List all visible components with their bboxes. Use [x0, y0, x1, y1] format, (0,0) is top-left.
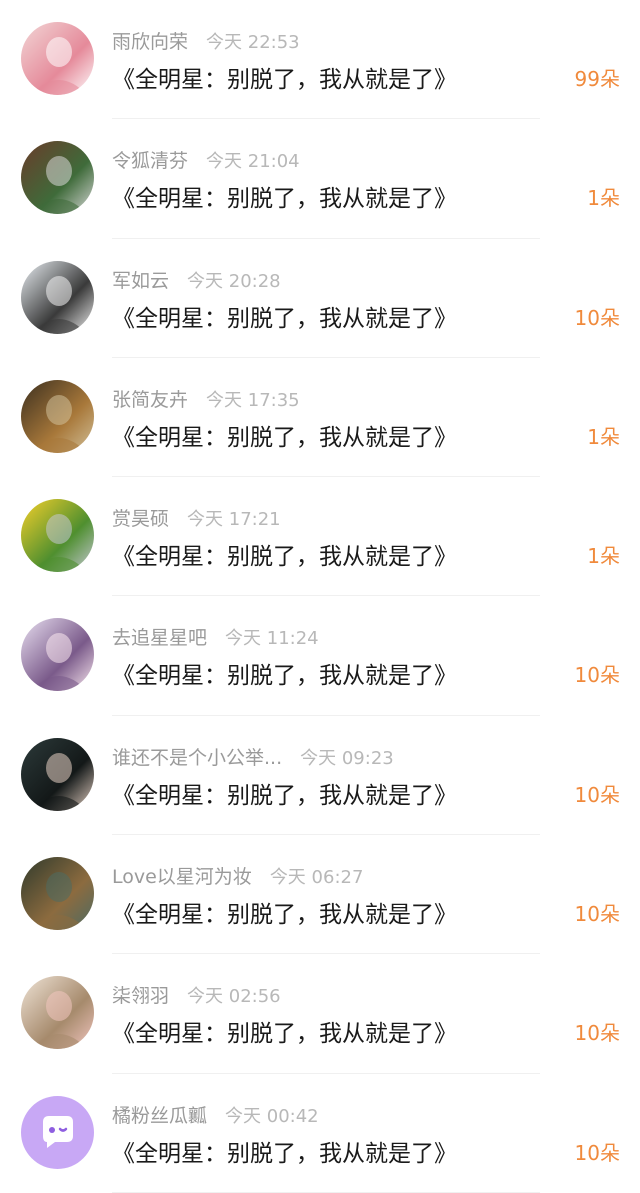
comment-text: 《全明星：别脱了，我从就是了》 — [112, 902, 457, 929]
timestamp: 今天 11:24 — [225, 628, 319, 650]
flower-count: 10朵 — [574, 1021, 620, 1046]
comment-text: 《全明星：别脱了，我从就是了》 — [112, 782, 457, 809]
username[interactable]: 赏昊硕 — [112, 508, 169, 530]
comment-list: 雨欣向荣 今天 22:53 《全明星：别脱了，我从就是了》 99朵令狐清芬 今天 21:… — [0, 0, 640, 1193]
flower-count: 10朵 — [574, 663, 620, 688]
timestamp: 今天 21:04 — [206, 151, 300, 173]
timestamp: 今天 00:42 — [225, 1105, 319, 1127]
comment-text: 《全明星：别脱了，我从就是了》 — [112, 1021, 457, 1048]
timestamp: 今天 06:27 — [269, 867, 364, 889]
comment-header: 橘粉丝瓜瓤 今天 00:42 — [112, 1101, 319, 1128]
anime-girl-image — [21, 618, 94, 692]
comment-text: 《全明星：别脱了，我从就是了》 — [112, 67, 457, 93]
comment-text: 《全明星：别脱了，我从就是了》 — [112, 663, 457, 690]
warrior-art-image — [21, 379, 94, 453]
flower-count: 10朵 — [574, 902, 620, 927]
flower-count: 1朵 — [587, 544, 620, 569]
comment-header: 雨欣向荣 今天 22:53 — [112, 27, 300, 54]
comment-row[interactable]: 赏昊硕 今天 17:21 《全明星：别脱了，我从就是了》 1朵 — [0, 477, 640, 597]
avatar[interactable] — [21, 857, 94, 931]
comment-header: 谁还不是个小公举... 今天 09:23 — [112, 743, 394, 770]
avatar[interactable] — [21, 379, 94, 453]
avatar[interactable] — [21, 737, 94, 811]
timestamp: 今天 09:23 — [300, 747, 394, 769]
dark-portrait-image — [21, 737, 94, 811]
avatar[interactable] — [21, 499, 94, 573]
username[interactable]: 橘粉丝瓜瓤 — [112, 1105, 207, 1127]
flower-count: 10朵 — [574, 1140, 620, 1165]
avatar[interactable] — [21, 976, 94, 1050]
timestamp: 今天 22:53 — [206, 32, 300, 53]
street-sign-image — [21, 141, 94, 215]
comment-header: 赏昊硕 今天 17:21 — [112, 504, 281, 531]
flower-count: 10朵 — [574, 782, 620, 807]
avatar[interactable] — [21, 1095, 94, 1169]
comment-text: 《全明星：别脱了，我从就是了》 — [112, 305, 457, 332]
avatar[interactable] — [21, 22, 94, 95]
flower-count: 99朵 — [574, 67, 620, 91]
username[interactable]: 雨欣向荣 — [112, 31, 188, 53]
comment-text: 《全明星：别脱了，我从就是了》 — [112, 424, 457, 451]
username[interactable]: 军如云 — [112, 270, 169, 292]
comment-row[interactable]: 去追星星吧 今天 11:24 《全明星：别脱了，我从就是了》 10朵 — [0, 596, 640, 716]
avatar[interactable] — [21, 618, 94, 692]
comment-row[interactable]: 雨欣向荣 今天 22:53 《全明星：别脱了，我从就是了》 99朵 — [0, 0, 640, 120]
comment-header: Love以星河为妆 今天 06:27 — [112, 862, 363, 889]
flower-count: 10朵 — [574, 305, 620, 330]
flower-count: 1朵 — [587, 424, 620, 449]
comment-header: 柒翎羽 今天 02:56 — [112, 981, 281, 1008]
username[interactable]: 谁还不是个小公举... — [112, 747, 282, 769]
comment-text: 《全明星：别脱了，我从就是了》 — [112, 186, 457, 213]
timestamp: 今天 17:21 — [187, 509, 281, 531]
flower-count: 1朵 — [587, 186, 620, 211]
comment-row[interactable]: 谁还不是个小公举... 今天 09:23 《全明星：别脱了，我从就是了》 10朵 — [0, 716, 640, 836]
username[interactable]: 去追星星吧 — [112, 627, 207, 649]
fantasy-art-image — [21, 857, 94, 931]
pink-portrait-image — [21, 22, 94, 95]
girl-portrait-image — [21, 260, 94, 334]
comment-header: 军如云 今天 20:28 — [112, 266, 281, 293]
avatar[interactable] — [21, 141, 94, 215]
timestamp: 今天 02:56 — [187, 986, 281, 1008]
chat-bubble-icon — [21, 1095, 94, 1169]
username[interactable]: 张简友卉 — [112, 389, 188, 411]
timestamp: 今天 20:28 — [187, 270, 281, 292]
avatar[interactable] — [21, 260, 94, 334]
comment-header: 去追星星吧 今天 11:24 — [112, 623, 319, 650]
comment-header: 张简友卉 今天 17:35 — [112, 385, 300, 412]
comment-row[interactable]: 令狐清芬 今天 21:04 《全明星：别脱了，我从就是了》 1朵 — [0, 119, 640, 239]
comment-text: 《全明星：别脱了，我从就是了》 — [112, 544, 457, 571]
comment-row[interactable]: 军如云 今天 20:28 《全明星：别脱了，我从就是了》 10朵 — [0, 239, 640, 358]
timestamp: 今天 17:35 — [206, 389, 300, 411]
comment-row[interactable]: 橘粉丝瓜瓤 今天 00:42 《全明星：别脱了，我从就是了》 10朵 — [0, 1074, 640, 1193]
comment-header: 令狐清芬 今天 21:04 — [112, 146, 300, 173]
username[interactable]: 柒翎羽 — [112, 985, 169, 1007]
comment-text: 《全明星：别脱了，我从就是了》 — [112, 1140, 457, 1167]
girl-with-plush-image — [21, 976, 94, 1050]
corn-food-image — [21, 499, 94, 573]
comment-row[interactable]: 张简友卉 今天 17:35 《全明星：别脱了，我从就是了》 1朵 — [0, 358, 640, 478]
comment-row[interactable]: Love以星河为妆 今天 06:27 《全明星：别脱了，我从就是了》 10朵 — [0, 835, 640, 955]
comment-row[interactable]: 柒翎羽 今天 02:56 《全明星：别脱了，我从就是了》 10朵 — [0, 954, 640, 1074]
username[interactable]: 令狐清芬 — [112, 150, 188, 172]
username[interactable]: Love以星河为妆 — [112, 866, 252, 888]
